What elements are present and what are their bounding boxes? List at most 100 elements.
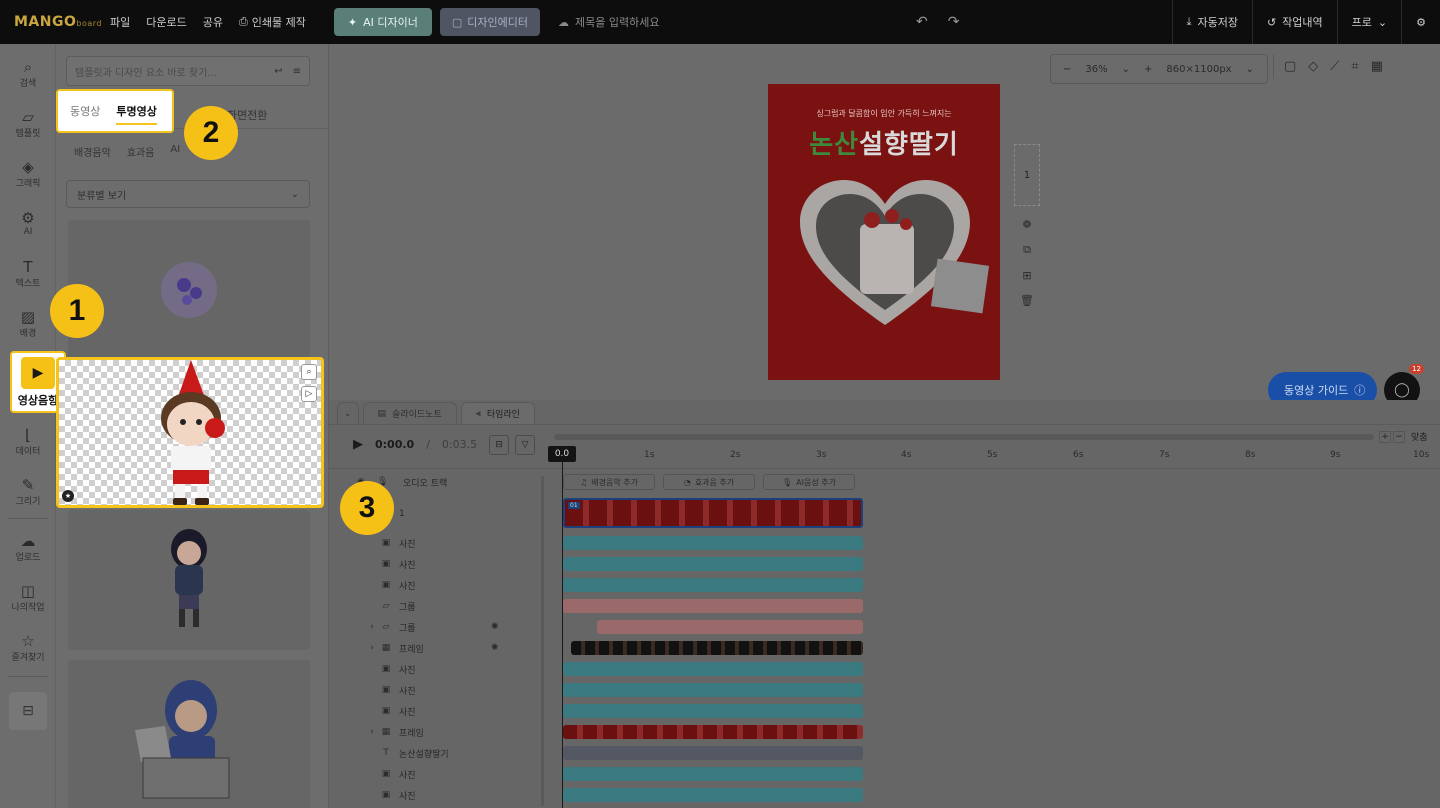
undo-icon[interactable]: ↶ [916, 14, 928, 30]
trash-icon[interactable]: 🗑 [1020, 294, 1034, 307]
category-select[interactable]: 분류별 보기 ⌄ [66, 180, 310, 208]
track-clip[interactable] [563, 578, 863, 592]
track-clip[interactable] [563, 662, 863, 676]
add-sfx-button[interactable]: ◔ 효과음 추가 [663, 474, 755, 490]
layer-row[interactable]: T 논산설향딸기 [329, 743, 541, 763]
play-icon[interactable]: ▶ [353, 437, 363, 452]
crop-icon[interactable]: ⌗ [1351, 59, 1358, 74]
logo[interactable]: MANGOboard [0, 14, 102, 30]
page-thumbnail[interactable]: 1 [1014, 144, 1040, 206]
animation-icon[interactable]: ✺ [491, 643, 499, 653]
menu-file[interactable]: 파일 [102, 14, 138, 30]
asset-search-input[interactable]: 템플릿과 디자인 요소 바로 찾기... ↩ ≡ [66, 56, 310, 86]
layer-row[interactable]: ▣ 사진 [329, 680, 541, 700]
redo-icon[interactable]: ↷ [948, 14, 960, 30]
brand-kit-icon[interactable]: ⊟ [9, 692, 47, 730]
track-clip[interactable] [563, 704, 863, 718]
layer-row[interactable]: ▣ 사진 [329, 701, 541, 721]
playhead-line[interactable] [562, 462, 563, 808]
zoom-out-icon[interactable]: − [1063, 64, 1071, 75]
grid-icon[interactable]: ▦ [1371, 59, 1383, 74]
rail-search[interactable]: ⌕ 검색 [0, 50, 56, 96]
play-preview-icon[interactable]: ▷ [301, 386, 317, 402]
zoom-preview-icon[interactable]: ⌕ [301, 364, 317, 380]
note-icon[interactable]: ▢ [1284, 59, 1296, 74]
track-clip[interactable] [563, 788, 863, 802]
autosave-button[interactable]: ⤓ 자동저장 [1171, 0, 1252, 44]
layer-row[interactable]: ▣ 사진 [329, 659, 541, 679]
duplicate-icon[interactable]: ⧉ [1023, 243, 1031, 257]
settings-button[interactable]: ⚙ [1401, 0, 1440, 44]
layer-row[interactable]: ▱ 그룹 [329, 596, 541, 616]
track-clip[interactable] [563, 683, 863, 697]
track-clip[interactable] [563, 746, 863, 760]
menu-share[interactable]: 공유 [195, 14, 231, 30]
layer-row[interactable]: ▣ 사진 [329, 575, 541, 595]
layers-icon[interactable]: ◇ [1308, 59, 1318, 74]
zoom-value[interactable]: 36% [1085, 64, 1107, 75]
rail-template[interactable]: ▱ 템플릿 [0, 100, 56, 146]
subtab-bgm[interactable]: 배경음악 [74, 144, 111, 159]
slide-clip[interactable]: 01 [563, 498, 863, 528]
asset-card-purple[interactable] [68, 220, 310, 360]
layer-row[interactable]: ▣ 사진 [329, 785, 541, 805]
history-button[interactable]: ↺ 작업내역 [1251, 0, 1337, 44]
color-palette-icon[interactable]: ❁ [1022, 218, 1031, 231]
subtab-ai[interactable]: AI [170, 144, 180, 159]
add-ai-voice-button[interactable]: 🎙 AI음성 추가 [763, 474, 855, 490]
split-icon[interactable]: ⊟ [489, 434, 510, 455]
tab-slide-notes[interactable]: ▤ 슬라이드노트 [362, 402, 457, 424]
layer-row[interactable]: ▣ 사진 [329, 554, 541, 574]
chevron-right-icon[interactable]: › [365, 643, 379, 653]
add-bgm-button[interactable]: ♫ 배경음악 추가 [563, 474, 655, 490]
rail-upload[interactable]: ☁ 업로드 [0, 524, 56, 570]
rail-draw[interactable]: ✎ 그리기 [0, 468, 56, 514]
zoom-in-icon[interactable]: + [1144, 64, 1152, 75]
design-editor-button[interactable]: ▢ 디자인에디터 [439, 8, 541, 36]
layer-row[interactable]: › ▦ 프레임 ✺ [329, 638, 541, 658]
ruler-icon[interactable]: ⟋ [1330, 59, 1339, 74]
rail-data[interactable]: ⌊ 데이터 [0, 418, 56, 464]
chevron-right-icon[interactable]: › [365, 622, 379, 632]
ai-designer-button[interactable]: ✦ AI 디자이너 [333, 8, 432, 36]
timeline-scrollbar[interactable] [554, 434, 1374, 440]
timeline-zoom-in-icon[interactable]: + [1379, 430, 1391, 443]
playhead-label[interactable]: 0.0 [548, 446, 576, 462]
layer-scrollbar[interactable] [541, 476, 544, 806]
rail-my-work[interactable]: ◫ 나의작업 [0, 574, 56, 620]
subtab-sfx[interactable]: 효과음 [127, 144, 155, 159]
track-clip[interactable] [563, 767, 863, 781]
canvas-size[interactable]: 860×1100px [1166, 64, 1231, 75]
track-clip[interactable] [563, 725, 863, 739]
title-input[interactable]: ☁ 제목을 입력하세요 [558, 14, 858, 30]
menu-download[interactable]: 다운로드 [138, 14, 194, 30]
add-page-icon[interactable]: ⊞ [1022, 269, 1031, 282]
rail-text[interactable]: T 텍스트 [0, 250, 56, 296]
asset-card-toy-selected[interactable]: ⌕ ▷ ★ [56, 357, 324, 508]
tab-transparent-video[interactable]: 투명영상 [116, 103, 157, 125]
design-poster[interactable]: 싱그럽과 달콤함이 입안 가득히 느껴지는 논산설향딸기 [768, 84, 1000, 380]
tab-video[interactable]: 동영상 [70, 103, 100, 119]
animation-icon[interactable]: ✺ [491, 622, 499, 632]
collapse-button[interactable]: ⌄ [337, 402, 359, 424]
tab-timeline[interactable]: ⫷ 타임라인 [460, 402, 535, 424]
layer-row[interactable]: ▣ 사진 [329, 533, 541, 553]
track-clip[interactable] [571, 641, 863, 655]
fit-button[interactable]: 맞춤 [1411, 430, 1428, 443]
layer-row[interactable]: › ▦ 프레임 [329, 722, 541, 742]
menu-print[interactable]: ⎙ 인쇄물 제작 [231, 14, 314, 30]
rail-favorites[interactable]: ☆ 즐겨찾기 [0, 624, 56, 670]
layer-row[interactable]: › ▱ 그룹 ✺ [329, 617, 541, 637]
chevron-right-icon[interactable]: › [365, 727, 379, 737]
refresh-icon[interactable]: ↩ [274, 66, 282, 77]
track-clip[interactable] [563, 557, 863, 571]
plan-dropdown[interactable]: 프로 ⌄ [1336, 0, 1401, 44]
rail-graphic[interactable]: ◈ 그래픽 [0, 150, 56, 196]
track-clip[interactable] [563, 536, 863, 550]
filter-icon[interactable]: ▽ [515, 434, 536, 455]
rail-background[interactable]: ▨ 배경 [0, 300, 56, 346]
filter-search-icon[interactable]: ≡ [293, 66, 301, 77]
track-clip[interactable] [597, 620, 863, 634]
layer-row[interactable]: ▣ 사진 [329, 764, 541, 784]
track-clip[interactable] [563, 599, 863, 613]
